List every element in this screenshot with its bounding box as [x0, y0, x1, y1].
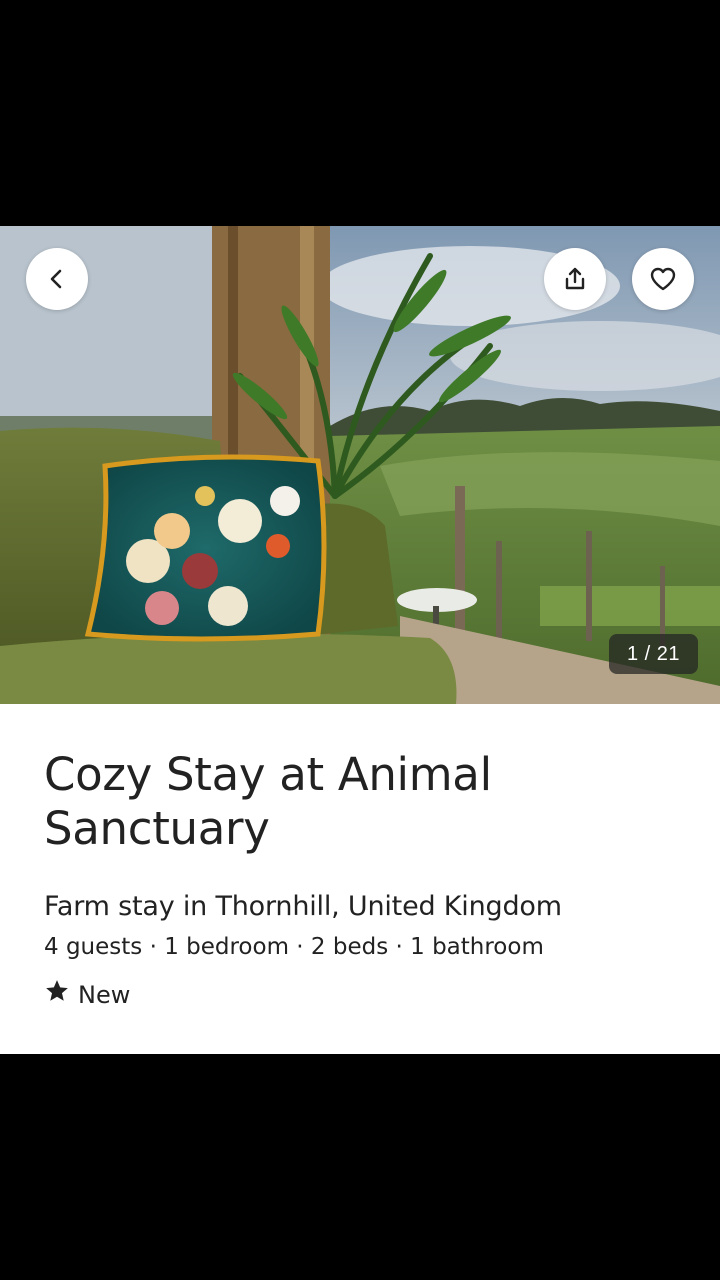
- listing-photo[interactable]: 1 / 21: [0, 226, 720, 704]
- share-icon: [562, 266, 588, 292]
- listing-details-sheet: Cozy Stay at Animal Sanctuary Farm stay …: [0, 704, 720, 1054]
- photo-counter: 1 / 21: [608, 634, 698, 674]
- back-button[interactable]: [26, 248, 88, 310]
- listing-title: Cozy Stay at Animal Sanctuary: [44, 748, 492, 855]
- listing-capacity: 4 guests · 1 bedroom · 2 beds · 1 bathro…: [44, 934, 544, 960]
- listing-subtitle: Farm stay in Thornhill, United Kingdom: [44, 891, 562, 922]
- share-button[interactable]: [544, 248, 606, 310]
- chevron-left-icon: [45, 267, 69, 291]
- rating-label: New: [78, 980, 131, 1009]
- star-icon: [44, 978, 70, 1011]
- favorite-button[interactable]: [632, 248, 694, 310]
- heart-icon: [649, 266, 677, 292]
- listing-photo-image: [0, 226, 720, 704]
- listing-rating: New: [44, 978, 676, 1011]
